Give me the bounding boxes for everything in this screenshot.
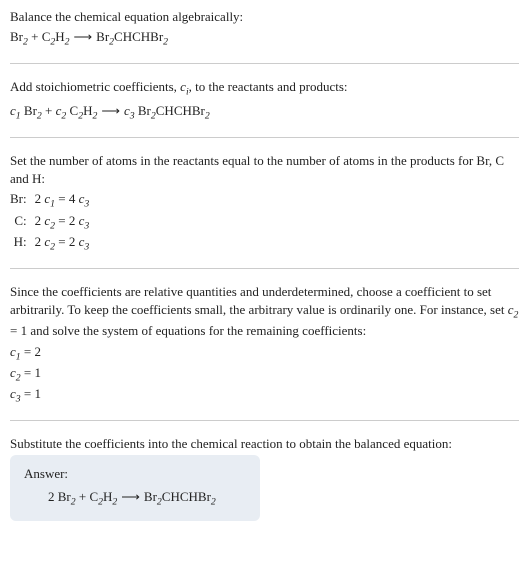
reactant-c2h2: C2H2 — [89, 489, 117, 504]
coef-c2: c2 — [56, 103, 67, 118]
coefficient-value: c1 = 2 — [10, 343, 519, 364]
intro-text: Balance the chemical equation algebraica… — [10, 8, 519, 26]
atom-label: H: — [10, 233, 35, 254]
coefficient-value: c3 = 1 — [10, 385, 519, 406]
reactant-br2: Br2 — [24, 103, 42, 118]
reactant-c2h2: C2H2 — [42, 29, 70, 44]
product-br2chchbr2: Br2CHCHBr2 — [96, 29, 168, 44]
table-row: Br: 2 c1 = 4 c3 — [10, 190, 93, 211]
equation-with-coefficients: c1 Br2 + c2 C2H2⟶c3 Br2CHCHBr2 — [10, 102, 519, 123]
intro-text: Add stoichiometric coefficients, ci, to … — [10, 78, 519, 99]
coef-c3: c3 — [124, 103, 135, 118]
reactant-br2: Br2 — [58, 489, 76, 504]
atom-equation: 2 c2 = 2 c3 — [35, 212, 94, 233]
coef-c1: c1 — [10, 103, 21, 118]
section-answer: Substitute the coefficients into the che… — [10, 435, 519, 535]
arrow-icon: ⟶ — [101, 103, 120, 118]
product-br2chchbr2: Br2CHCHBr2 — [144, 489, 216, 504]
table-row: H: 2 c2 = 2 c3 — [10, 233, 93, 254]
table-row: C: 2 c2 = 2 c3 — [10, 212, 93, 233]
equation-unbalanced: Br2 + C2H2⟶Br2CHCHBr2 — [10, 28, 519, 49]
intro-text: Set the number of atoms in the reactants… — [10, 152, 519, 188]
section-stoichiometric: Add stoichiometric coefficients, ci, to … — [10, 78, 519, 137]
intro-text: Substitute the coefficients into the che… — [10, 435, 519, 453]
answer-box: Answer: 2 Br2 + C2H2⟶Br2CHCHBr2 — [10, 455, 260, 520]
section-solve: Since the coefficients are relative quan… — [10, 283, 519, 421]
atom-label: C: — [10, 212, 35, 233]
equation-balanced: 2 Br2 + C2H2⟶Br2CHCHBr2 — [24, 488, 246, 509]
variable-c2: c2 — [508, 302, 519, 317]
atom-equation: 2 c1 = 4 c3 — [35, 190, 94, 211]
atom-label: Br: — [10, 190, 35, 211]
section-balance-intro: Balance the chemical equation algebraica… — [10, 8, 519, 64]
product-br2chchbr2: Br2CHCHBr2 — [138, 103, 210, 118]
reactant-c2h2: C2H2 — [70, 103, 98, 118]
atom-equation: 2 c2 = 2 c3 — [35, 233, 94, 254]
coefficient-value: c2 = 1 — [10, 364, 519, 385]
variable-ci: ci — [180, 79, 189, 94]
answer-label: Answer: — [24, 465, 246, 483]
section-atom-equations: Set the number of atoms in the reactants… — [10, 152, 519, 269]
intro-text: Since the coefficients are relative quan… — [10, 283, 519, 341]
arrow-icon: ⟶ — [74, 29, 93, 44]
atom-balance-table: Br: 2 c1 = 4 c3 C: 2 c2 = 2 c3 H: 2 c2 =… — [10, 190, 93, 254]
arrow-icon: ⟶ — [121, 489, 140, 504]
reactant-br2: Br2 — [10, 29, 28, 44]
